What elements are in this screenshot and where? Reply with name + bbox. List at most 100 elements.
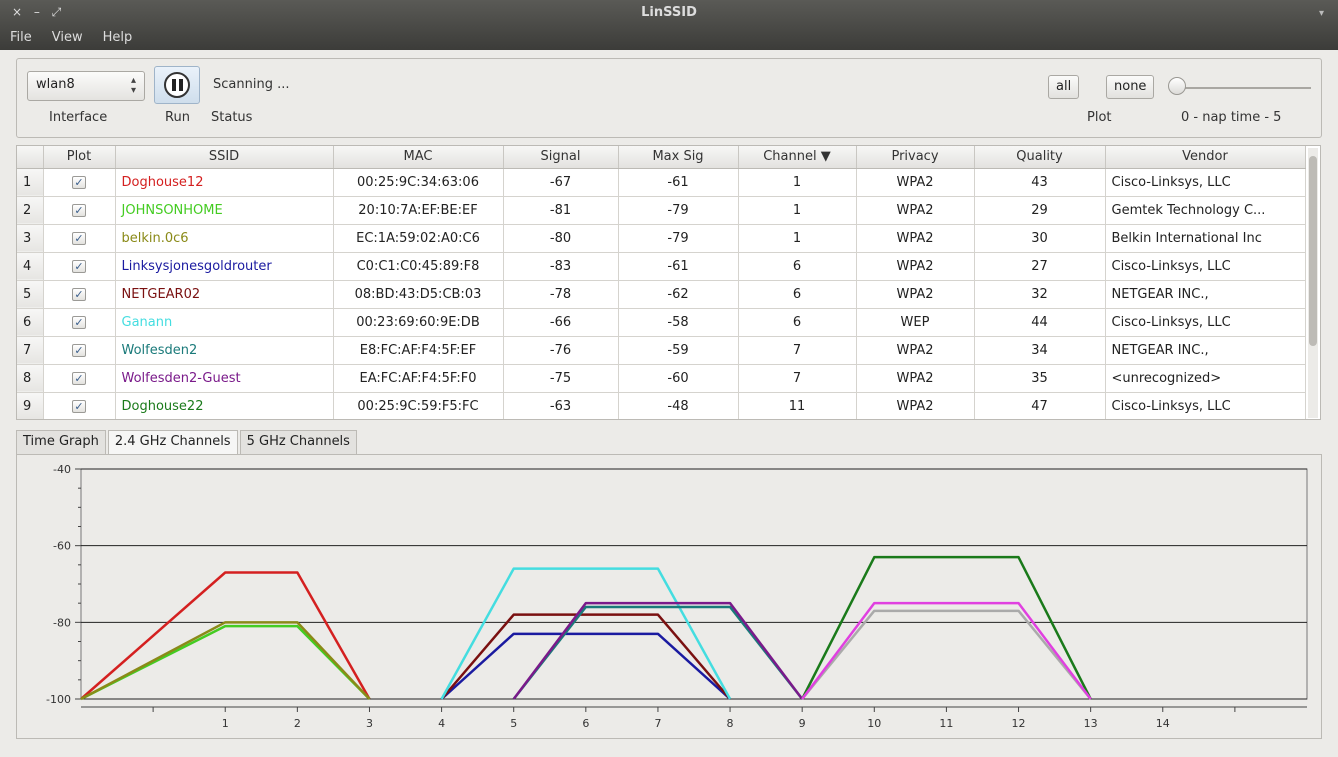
col-quality[interactable]: Quality (974, 146, 1106, 169)
signal-cell: -63 (503, 392, 619, 419)
table-row[interactable]: 8 ✓ Wolfesden2-Guest EA:FC:AF:F4:5F:F0 -75 -6… (17, 364, 1306, 393)
run-pause-button[interactable] (154, 66, 200, 104)
x-tick-label: 4 (438, 717, 445, 730)
table-header-row: Plot SSID MAC Signal Max Sig Channel ▼ P… (17, 146, 1306, 169)
tab-time-graph[interactable]: Time Graph (16, 430, 106, 454)
table-scrollbar[interactable] (1308, 148, 1318, 418)
table-row[interactable]: 9 ✓ Doghouse22 00:25:9C:59:F5:FC -63 -48 11 WPA… (17, 392, 1306, 419)
checkbox-checked-icon[interactable]: ✓ (72, 371, 86, 385)
ssid-cell: NETGEAR02 (115, 280, 334, 309)
table-row[interactable]: 1 ✓ Doghouse12 00:25:9C:34:63:06 -67 -61 1 WPA2… (17, 168, 1306, 197)
tab-5ghz-channels[interactable]: 5 GHz Channels (239, 430, 357, 454)
pause-icon (164, 72, 190, 98)
col-privacy[interactable]: Privacy (856, 146, 975, 169)
ssid-cell: belkin.0c6 (115, 224, 334, 253)
nap-time-slider-track[interactable] (1175, 87, 1311, 89)
y-tick-label: -100 (46, 693, 71, 706)
menu-view[interactable]: View (52, 30, 83, 45)
vendor-cell: Cisco-Linksys, LLC (1105, 252, 1306, 281)
signal-cell: -83 (503, 252, 619, 281)
col-vendor[interactable]: Vendor (1105, 146, 1306, 169)
plot-none-button[interactable]: none (1106, 75, 1155, 99)
row-number: 5 (17, 280, 44, 309)
spin-arrows-icon: ▴ ▾ (130, 75, 136, 96)
quality-cell: 35 (974, 364, 1106, 393)
privacy-cell: WPA2 (856, 336, 975, 365)
x-tick-label: 7 (654, 717, 661, 730)
window-menu-caret-icon[interactable]: ▾ (1319, 8, 1324, 19)
tab-2-4ghz-channels[interactable]: 2.4 GHz Channels (107, 430, 238, 454)
y-tick-label: -60 (53, 540, 71, 553)
checkbox-checked-icon[interactable]: ✓ (72, 175, 86, 189)
checkbox-checked-icon[interactable]: ✓ (72, 259, 86, 273)
row-number: 4 (17, 252, 44, 281)
col-mac[interactable]: MAC (333, 146, 504, 169)
plot-checkbox[interactable]: ✓ (43, 196, 116, 225)
plot-checkbox[interactable]: ✓ (43, 168, 116, 197)
plot-checkbox[interactable]: ✓ (43, 224, 116, 253)
x-tick-label: 5 (510, 717, 517, 730)
max-signal-cell: -61 (618, 252, 739, 281)
vendor-cell: <unrecognized> (1105, 364, 1306, 393)
col-plot[interactable]: Plot (43, 146, 116, 169)
plot-checkbox[interactable]: ✓ (43, 308, 116, 337)
vendor-cell: Belkin International Inc (1105, 224, 1306, 253)
x-tick-label: 13 (1084, 717, 1098, 730)
menu-file[interactable]: File (10, 30, 32, 45)
plot-checkbox[interactable]: ✓ (43, 364, 116, 393)
table-row[interactable]: 6 ✓ Ganann 00:23:69:60:9E:DB -66 -58 6 WEP 44 Cis… (17, 308, 1306, 337)
plot-all-button[interactable]: all (1048, 75, 1080, 99)
max-signal-cell: -48 (618, 392, 739, 419)
x-tick-label: 12 (1012, 717, 1026, 730)
table-row[interactable]: 3 ✓ belkin.0c6 EC:1A:59:02:A0:C6 -80 -79 1 WPA2… (17, 224, 1306, 253)
title-bar: × – ⤢ LinSSID ▾ File View Help (0, 0, 1338, 50)
interface-select[interactable]: wlan8 ▴ ▾ (27, 71, 145, 101)
checkbox-checked-icon[interactable]: ✓ (72, 315, 86, 329)
channel-cell: 1 (738, 224, 857, 253)
vendor-cell: Cisco-Linksys, LLC (1105, 308, 1306, 337)
mac-cell: 00:25:9C:59:F5:FC (333, 392, 504, 419)
table-scrollbar-thumb[interactable] (1309, 156, 1317, 346)
checkbox-checked-icon[interactable]: ✓ (72, 231, 86, 245)
checkbox-checked-icon[interactable]: ✓ (72, 287, 86, 301)
col-signal[interactable]: Signal (503, 146, 619, 169)
table-row[interactable]: 4 ✓ Linksysjonesgoldrouter C0:C1:C0:45:89:F… (17, 252, 1306, 281)
table-row[interactable]: 2 ✓ JOHNSONHOME 20:10:7A:EF:BE:EF -81 -79 1 WPA… (17, 196, 1306, 225)
window-title: LinSSID (641, 5, 697, 20)
ssid-cell: Ganann (115, 308, 334, 337)
privacy-cell: WEP (856, 308, 975, 337)
privacy-cell: WPA2 (856, 280, 975, 309)
quality-cell: 32 (974, 280, 1106, 309)
quality-cell: 34 (974, 336, 1106, 365)
max-signal-cell: -61 (618, 168, 739, 197)
checkbox-checked-icon[interactable]: ✓ (72, 343, 86, 357)
status-value: Scanning ... (213, 77, 290, 92)
plot-checkbox[interactable]: ✓ (43, 392, 116, 419)
menu-help[interactable]: Help (103, 30, 133, 45)
quality-cell: 44 (974, 308, 1106, 337)
plot-checkbox[interactable]: ✓ (43, 252, 116, 281)
mac-cell: EC:1A:59:02:A0:C6 (333, 224, 504, 253)
privacy-cell: WPA2 (856, 252, 975, 281)
col-channel[interactable]: Channel ▼ (738, 146, 857, 169)
table-row[interactable]: 7 ✓ Wolfesden2 E8:FC:AF:F4:5F:EF -76 -59 7 WPA2… (17, 336, 1306, 365)
signal-cell: -76 (503, 336, 619, 365)
max-signal-cell: -62 (618, 280, 739, 309)
max-signal-cell: -58 (618, 308, 739, 337)
nap-time-slider-handle[interactable] (1168, 77, 1186, 95)
quality-cell: 43 (974, 168, 1106, 197)
checkbox-checked-icon[interactable]: ✓ (72, 399, 86, 413)
privacy-cell: WPA2 (856, 224, 975, 253)
channel-cell: 1 (738, 168, 857, 197)
checkbox-checked-icon[interactable]: ✓ (72, 203, 86, 217)
col-ssid[interactable]: SSID (115, 146, 334, 169)
plot-checkbox[interactable]: ✓ (43, 336, 116, 365)
plot-checkbox[interactable]: ✓ (43, 280, 116, 309)
x-tick-label: 1 (222, 717, 229, 730)
status-label: Status (211, 110, 253, 125)
privacy-cell: WPA2 (856, 392, 975, 419)
table-row[interactable]: 5 ✓ NETGEAR02 08:BD:43:D5:CB:03 -78 -62 6 WPA2 3… (17, 280, 1306, 309)
signal-cell: -66 (503, 308, 619, 337)
x-tick-label: 11 (939, 717, 953, 730)
col-maxsig[interactable]: Max Sig (618, 146, 739, 169)
